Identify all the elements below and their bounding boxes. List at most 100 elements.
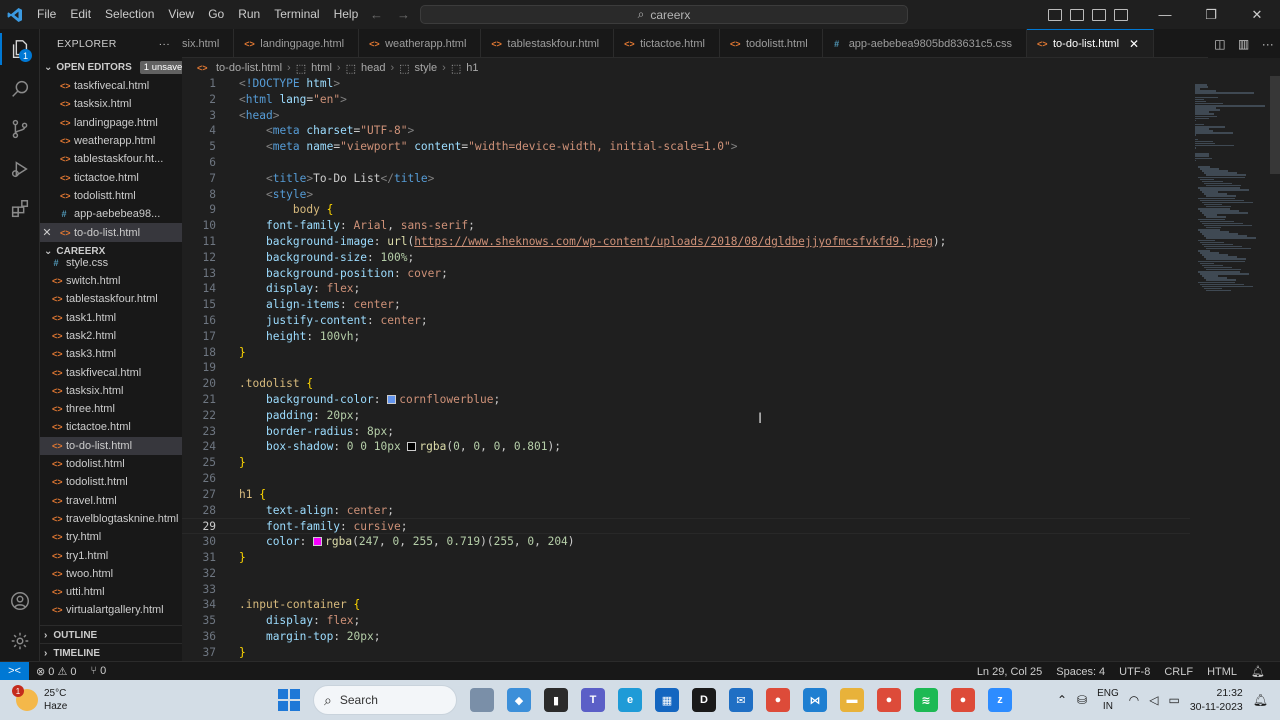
outline-header[interactable]: › OUTLINE — [40, 625, 182, 644]
toggle-secondary-sidebar-icon[interactable] — [1092, 8, 1106, 21]
problems-indicator[interactable]: ⊗ 0 ⚠ 0 — [29, 665, 83, 678]
restore-button[interactable]: ❐ — [1188, 0, 1234, 29]
menu-help[interactable]: Help — [327, 0, 366, 29]
breadcrumb-item[interactable]: head — [361, 62, 385, 74]
settings-gear-icon[interactable] — [0, 621, 40, 661]
file-tree-item[interactable]: <> tasksix.html — [40, 382, 182, 400]
open-editor-item[interactable]: <> weatherapp.html — [40, 132, 182, 150]
file-tree-item[interactable]: <> try1.html — [40, 546, 182, 564]
tab-tablestaskfour-html[interactable]: <> tablestaskfour.html — [481, 29, 615, 57]
file-tree-item[interactable]: <> tictactoe.html — [40, 418, 182, 436]
show-hidden-icons-icon[interactable]: ⌃ — [1057, 693, 1067, 707]
cursor-position[interactable]: Ln 29, Col 25 — [970, 666, 1049, 678]
ports-indicator[interactable]: ⑂ 0 — [83, 665, 113, 677]
tab-landingpage-html[interactable]: <> landingpage.html — [234, 29, 360, 57]
vscode-app-icon[interactable]: ⋈ — [803, 688, 827, 712]
color-swatch[interactable] — [313, 537, 323, 547]
teams-app-icon[interactable]: T — [581, 688, 605, 712]
windows-start-icon[interactable] — [278, 689, 300, 711]
remote-indicator[interactable]: >< — [0, 661, 29, 681]
menu-run[interactable]: Run — [231, 0, 267, 29]
minimize-button[interactable]: — — [1142, 0, 1188, 29]
breadcrumb-item[interactable]: h1 — [466, 62, 478, 74]
file-tree-item[interactable]: <> todolist.html — [40, 455, 182, 473]
file-tree-item[interactable]: <> taskfivecal.html — [40, 363, 182, 381]
timeline-header[interactable]: › TIMELINE — [40, 643, 182, 661]
menu-file[interactable]: File — [30, 0, 63, 29]
more-actions-icon[interactable]: ··· — [159, 38, 170, 50]
file-tree-item[interactable]: <> travel.html — [40, 492, 182, 510]
menu-terminal[interactable]: Terminal — [267, 0, 326, 29]
menu-view[interactable]: View — [161, 0, 201, 29]
forward-arrow-icon[interactable]: → — [397, 7, 410, 22]
open-editor-item[interactable]: ✕ <> to-do-list.html — [40, 223, 182, 242]
store-app-icon[interactable]: ▦ — [655, 688, 679, 712]
tab-app-aebebea9805bd83631c5-css[interactable]: # app-aebebea9805bd83631c5.css — [823, 29, 1027, 57]
edge-app-icon[interactable]: e — [618, 688, 642, 712]
menu-selection[interactable]: Selection — [98, 0, 161, 29]
file-tree-item[interactable]: <> try.html — [40, 528, 182, 546]
file-tree-item[interactable]: <> task2.html — [40, 327, 182, 345]
menu-go[interactable]: Go — [201, 0, 231, 29]
open-editor-item[interactable]: <> tasksix.html — [40, 95, 182, 113]
language-mode[interactable]: HTML — [1200, 666, 1244, 678]
clock[interactable]: 21:32 30-11-2023 — [1190, 686, 1243, 714]
weather-widget[interactable]: 1 25°C Haze — [12, 680, 67, 720]
account-icon[interactable] — [0, 581, 40, 621]
explorer-app-icon[interactable]: ▬ — [840, 688, 864, 712]
color-swatch[interactable] — [387, 395, 397, 404]
vertical-scrollbar[interactable] — [1270, 76, 1280, 174]
run-debug-icon[interactable] — [0, 149, 40, 189]
close-tab-icon[interactable]: ✕ — [1129, 37, 1139, 51]
taskbar-search[interactable]: ⌕ Search — [313, 685, 457, 715]
tab-six-html[interactable]: six.html — [182, 29, 235, 57]
file-tree-item[interactable]: <> task3.html — [40, 345, 182, 363]
color-swatch[interactable] — [407, 442, 417, 452]
file-tree-item[interactable]: <> twoo.html — [40, 565, 182, 583]
tab-todolistt-html[interactable]: <> todolistt.html — [720, 29, 823, 57]
mail-app-icon[interactable]: ✉ — [729, 688, 753, 712]
open-editor-item[interactable]: <> todolistt.html — [40, 187, 182, 205]
tab-tictactoe-html[interactable]: <> tictactoe.html — [614, 29, 720, 57]
line-ending[interactable]: CRLF — [1157, 666, 1200, 678]
code-editor[interactable]: I 1 <!DOCTYPE html> 2 <html lang="en"> 3 <hea… — [182, 76, 1190, 661]
split-editor-icon[interactable]: ▥ — [1238, 37, 1249, 51]
network-status-icon[interactable]: ⛁ — [1077, 693, 1087, 707]
language-indicator[interactable]: ENG IN — [1097, 687, 1119, 713]
source-control-icon[interactable] — [0, 109, 40, 149]
toggle-primary-sidebar-icon[interactable] — [1048, 8, 1062, 21]
file-tree-item[interactable]: <> virtualartgallery.html — [40, 601, 182, 615]
open-editors-header[interactable]: ⌄ OPEN EDITORS 1 unsaved — [40, 58, 182, 77]
tab-to-do-list-html[interactable]: <> to-do-list.html ✕ — [1027, 29, 1155, 57]
wifi-icon[interactable]: ◠ — [1129, 693, 1139, 707]
close-icon[interactable]: ✕ — [40, 226, 54, 239]
command-center[interactable]: ⌕ careerx — [420, 5, 908, 24]
chrome-3-app-icon[interactable]: ● — [951, 688, 975, 712]
file-tree-item[interactable]: <> tablestaskfour.html — [40, 290, 182, 308]
search-icon[interactable] — [0, 69, 40, 109]
chrome-2-app-icon[interactable]: ● — [877, 688, 901, 712]
file-tree-item[interactable]: <> task1.html — [40, 309, 182, 327]
close-window-button[interactable]: ✕ — [1234, 0, 1280, 29]
zoom-app-icon[interactable]: z — [988, 688, 1012, 712]
more-actions-icon[interactable]: ··· — [1262, 37, 1274, 51]
dell-app-icon[interactable]: D — [692, 688, 716, 712]
volume-icon[interactable]: ◁ — [1149, 693, 1158, 707]
open-editor-item[interactable]: # app-aebebea98... — [40, 205, 182, 223]
breadcrumb-item[interactable]: to-do-list.html — [216, 62, 282, 74]
file-tree-item[interactable]: <> switch.html — [40, 272, 182, 290]
explorer-icon[interactable]: 1 — [0, 29, 40, 69]
battery-icon[interactable]: ▭ — [1168, 693, 1179, 707]
file-tree-item[interactable]: <> todolistt.html — [40, 473, 182, 491]
menu-edit[interactable]: Edit — [63, 0, 98, 29]
indentation[interactable]: Spaces: 4 — [1049, 666, 1112, 678]
file-tree-item[interactable]: <> utti.html — [40, 583, 182, 601]
encoding[interactable]: UTF-8 — [1112, 666, 1157, 678]
breadcrumb-item[interactable]: html — [311, 62, 332, 74]
open-editor-item[interactable]: <> tablestaskfour.ht... — [40, 150, 182, 168]
file-manager-app-icon[interactable]: ▮ — [544, 688, 568, 712]
notification-center-icon[interactable]: 🔔︎ — [1253, 693, 1268, 707]
open-editor-item[interactable]: <> tictactoe.html — [40, 168, 182, 186]
spotify-app-icon[interactable]: ≋ — [914, 688, 938, 712]
notifications-bell-icon[interactable]: 🔔︎ — [1244, 665, 1272, 678]
